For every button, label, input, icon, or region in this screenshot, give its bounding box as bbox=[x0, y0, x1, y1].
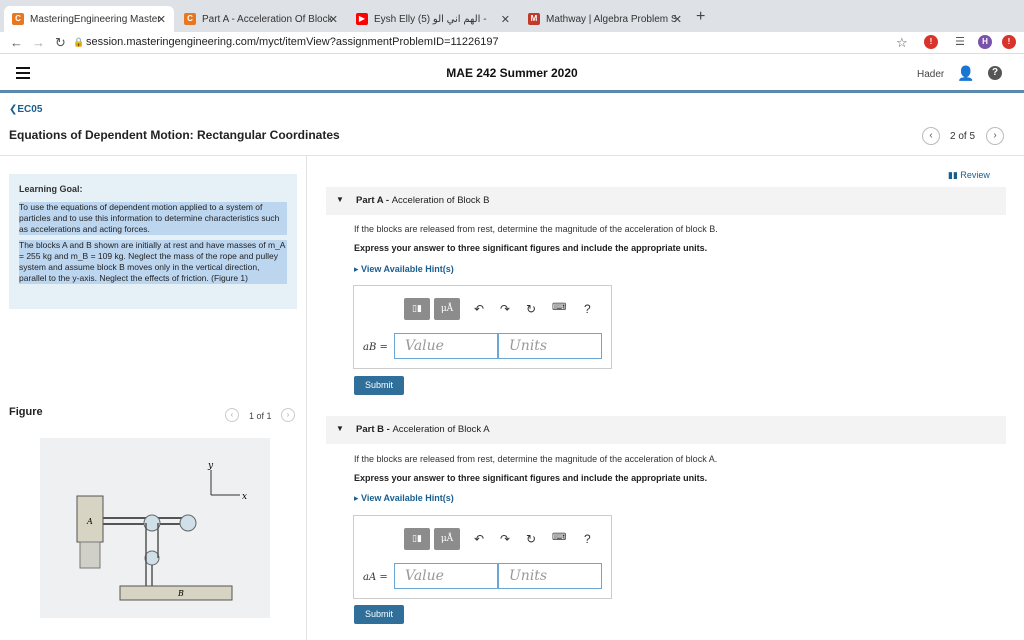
tab-part-a[interactable]: C Part A - Acceleration Of Block ✕ bbox=[176, 6, 346, 32]
app-header: MAE 242 Summer 2020 Hader 👤 ? bbox=[0, 54, 1024, 93]
forward-arrow-icon[interactable]: → bbox=[32, 35, 45, 50]
block-b bbox=[119, 585, 233, 601]
template-icon[interactable]: ▯▮ bbox=[404, 528, 430, 550]
address-bar: ← → ↻ 🔒 session.masteringengineering.com… bbox=[0, 32, 1024, 54]
part-b-prefix: Part B - bbox=[356, 424, 393, 435]
divider bbox=[0, 155, 1024, 156]
tab-youtube[interactable]: ▶ Eysh Elly (5) الهم اني ألو - ✕ bbox=[348, 6, 518, 32]
reading-list-icon[interactable]: ☰ bbox=[955, 35, 965, 48]
tab-mathway[interactable]: M Mathway | Algebra Problem So ✕ bbox=[520, 6, 690, 32]
figure-title: Figure bbox=[9, 406, 43, 418]
part-a-hint-link[interactable]: ▸ View Available Hint(s) bbox=[354, 264, 454, 275]
hint-label: View Available Hint(s) bbox=[361, 493, 454, 503]
tab-masteringengineering[interactable]: C MasteringEngineering Masterin ✕ bbox=[4, 6, 174, 32]
help-question-button[interactable]: ? bbox=[584, 302, 591, 316]
page-title: Equations of Dependent Motion: Rectangul… bbox=[9, 128, 340, 142]
back-arrow-icon[interactable]: ← bbox=[10, 35, 23, 50]
collapse-triangle-icon[interactable]: ▼ bbox=[336, 195, 344, 204]
reset-icon[interactable]: ↻ bbox=[526, 532, 536, 546]
review-label: Review bbox=[960, 170, 990, 180]
close-icon[interactable]: ✕ bbox=[673, 13, 682, 26]
undo-icon[interactable]: ↶ bbox=[474, 302, 484, 316]
lock-icon: 🔒 bbox=[73, 37, 85, 47]
reset-icon[interactable]: ↻ bbox=[526, 302, 536, 316]
mastering-favicon-icon: C bbox=[184, 13, 196, 25]
part-a-prefix: Part A - bbox=[356, 195, 392, 206]
pulley-figure: y x A B bbox=[40, 438, 270, 618]
pager-text: 2 of 5 bbox=[950, 131, 976, 142]
variable-label: aA = bbox=[363, 572, 388, 583]
block-b-label: B bbox=[177, 589, 184, 598]
learning-goal-title: Learning Goal: bbox=[19, 184, 83, 194]
template-icon[interactable]: ▯▮ bbox=[404, 298, 430, 320]
collapse-triangle-icon[interactable]: ▼ bbox=[336, 424, 344, 433]
block-a-label: A bbox=[86, 517, 93, 526]
keyboard-icon[interactable]: ⌨ bbox=[552, 302, 566, 313]
part-b-question: If the blocks are released from rest, de… bbox=[354, 454, 718, 464]
part-a-answer-box: ▯▮ μÅ ↶ ↷ ↻ ⌨ ? aB = Value Units bbox=[353, 285, 612, 369]
tab-title: Part A - Acceleration Of Block bbox=[202, 13, 332, 25]
learning-goal-box: Learning Goal: To use the equations of d… bbox=[9, 174, 297, 309]
part-b-answer-box: ▯▮ μÅ ↶ ↷ ↻ ⌨ ? aA = Value Units bbox=[353, 515, 612, 599]
new-tab-icon[interactable]: + bbox=[696, 8, 705, 26]
figure-count: 1 of 1 bbox=[249, 411, 272, 421]
part-a-question: If the blocks are released from rest, de… bbox=[354, 224, 718, 234]
close-icon[interactable]: ✕ bbox=[501, 13, 510, 26]
variable-label: aB = bbox=[363, 342, 388, 353]
star-icon[interactable]: ☆ bbox=[896, 35, 908, 51]
part-a-submit-button[interactable]: Submit bbox=[354, 376, 404, 395]
part-a-title: Acceleration of Block B bbox=[391, 195, 490, 206]
extension-icon[interactable]: ! bbox=[924, 35, 938, 49]
extension-icon[interactable]: ! bbox=[1002, 35, 1016, 49]
pulley-diagram: y x A B bbox=[76, 461, 247, 601]
course-title: MAE 242 Summer 2020 bbox=[446, 66, 578, 80]
reload-icon[interactable]: ↻ bbox=[55, 35, 66, 51]
part-b-header[interactable]: ▼ Part B - Acceleration of Block A bbox=[326, 416, 1006, 444]
mastering-favicon-icon: C bbox=[12, 13, 24, 25]
review-link[interactable]: ▮▮ Review bbox=[948, 170, 990, 181]
learning-goal-text: To use the equations of dependent motion… bbox=[19, 202, 287, 235]
hint-label: View Available Hint(s) bbox=[361, 264, 454, 274]
part-b-hint-link[interactable]: ▸ View Available Hint(s) bbox=[354, 493, 454, 504]
value-input[interactable]: Value bbox=[394, 333, 498, 359]
browser-tab-bar: C MasteringEngineering Masterin ✕ C Part… bbox=[0, 0, 1024, 32]
user-icon[interactable]: 👤 bbox=[957, 65, 974, 82]
part-a-header[interactable]: ▼ Part A - Acceleration of Block B bbox=[326, 187, 1006, 215]
youtube-favicon-icon: ▶ bbox=[356, 13, 368, 25]
figure-next-icon[interactable]: › bbox=[281, 408, 295, 422]
help-icon[interactable]: ? bbox=[988, 66, 1002, 80]
tab-title: Eysh Elly (5) الهم اني ألو - bbox=[374, 13, 487, 25]
user-name[interactable]: Hader bbox=[917, 69, 944, 80]
x-axis-label: x bbox=[242, 492, 247, 502]
part-b-submit-button[interactable]: Submit bbox=[354, 605, 404, 624]
divider bbox=[306, 156, 307, 640]
y-axis-label: y bbox=[207, 461, 214, 471]
units-input[interactable]: Units bbox=[498, 333, 602, 359]
units-symbol-button[interactable]: μÅ bbox=[434, 528, 460, 550]
units-symbol-button[interactable]: μÅ bbox=[434, 298, 460, 320]
keyboard-icon[interactable]: ⌨ bbox=[552, 532, 566, 543]
prev-item-icon[interactable]: ‹ bbox=[922, 127, 940, 145]
undo-icon[interactable]: ↶ bbox=[474, 532, 484, 546]
tab-title: MasteringEngineering Masterin bbox=[30, 13, 160, 25]
tab-title: Mathway | Algebra Problem So bbox=[546, 13, 676, 25]
part-b-title: Acceleration of Block A bbox=[392, 424, 490, 435]
url-field[interactable]: session.masteringengineering.com/myct/it… bbox=[86, 36, 499, 48]
units-input[interactable]: Units bbox=[498, 563, 602, 589]
redo-icon[interactable]: ↷ bbox=[500, 532, 510, 546]
profile-avatar-icon[interactable]: H bbox=[978, 35, 992, 49]
part-b-instruction: Express your answer to three significant… bbox=[354, 473, 708, 483]
help-question-button[interactable]: ? bbox=[584, 532, 591, 546]
problem-statement: The blocks A and B shown are initially a… bbox=[19, 240, 287, 284]
next-item-icon[interactable]: › bbox=[986, 127, 1004, 145]
close-icon[interactable]: ✕ bbox=[329, 13, 338, 26]
figure-prev-icon[interactable]: ‹ bbox=[225, 408, 239, 422]
back-link[interactable]: ❮EC05 bbox=[9, 104, 42, 115]
close-icon[interactable]: ✕ bbox=[157, 13, 166, 26]
value-input[interactable]: Value bbox=[394, 563, 498, 589]
mathway-favicon-icon: M bbox=[528, 13, 540, 25]
part-a-instruction: Express your answer to three significant… bbox=[354, 243, 708, 253]
redo-icon[interactable]: ↷ bbox=[500, 302, 510, 316]
